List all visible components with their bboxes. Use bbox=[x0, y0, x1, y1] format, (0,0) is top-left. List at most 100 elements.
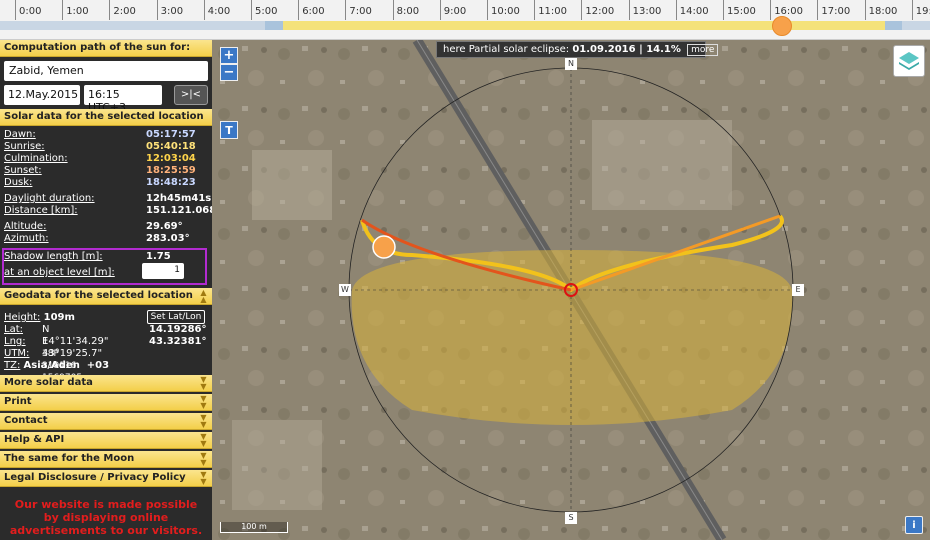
map-view[interactable]: + − T here Partial solar eclipse: 01.09.… bbox=[212, 40, 930, 540]
eclipse-prefix: here Partial solar eclipse: bbox=[443, 44, 570, 55]
expand-chevron-icon: ▼ ▼ bbox=[200, 451, 207, 467]
hour-tick: 9:00 bbox=[439, 0, 466, 20]
location-input[interactable]: Zabid, Yemen bbox=[4, 61, 208, 81]
zoom-in-button[interactable]: + bbox=[220, 47, 238, 64]
menu-contact[interactable]: Contact ▼ ▼ bbox=[0, 413, 212, 430]
shadow-value: 1.75 bbox=[146, 251, 171, 262]
compass-west: W bbox=[339, 284, 351, 296]
azimuth-label[interactable]: Azimuth: bbox=[4, 233, 49, 244]
daylight-area bbox=[351, 250, 793, 425]
height-label: Height: bbox=[4, 312, 41, 323]
computation-header: Computation path of the sun for: bbox=[0, 40, 212, 57]
solar-heading: Solar data for the selected location bbox=[4, 111, 204, 122]
object-level-label[interactable]: at an object level [m]: bbox=[4, 267, 115, 278]
layers-icon bbox=[899, 52, 919, 70]
map-canvas bbox=[212, 40, 930, 540]
info-button[interactable]: i bbox=[905, 516, 923, 534]
altitude-row: Altitude: 29.69° bbox=[4, 221, 183, 233]
sunset-row: Sunset: 18:25:59 bbox=[4, 165, 196, 177]
date-input[interactable]: 12.May.2015 bbox=[4, 85, 80, 105]
eclipse-more-button[interactable]: more bbox=[687, 44, 719, 56]
expand-chevron-icon: ▼ ▼ bbox=[200, 470, 207, 486]
height-row: Height: 109m bbox=[4, 312, 75, 324]
expand-chevron-icon: ▼ ▼ bbox=[200, 375, 207, 391]
menu-help-api[interactable]: Help & API ▼ ▼ bbox=[0, 432, 212, 449]
expand-chevron-icon: ▼ ▼ bbox=[200, 394, 207, 410]
azimuth-row: Azimuth: 283.03° bbox=[4, 233, 190, 245]
sunset-value: 18:25:59 bbox=[146, 165, 196, 176]
hour-tick: 5:00 bbox=[251, 0, 277, 20]
dusk-label[interactable]: Dusk: bbox=[4, 177, 32, 188]
sunset-label[interactable]: Sunset: bbox=[4, 165, 42, 176]
map-scale-bar: 100 m bbox=[220, 522, 288, 533]
time-input[interactable]: 16:15 UTC+3 bbox=[84, 85, 162, 114]
set-lat-lon-button[interactable]: Set Lat/Lon bbox=[147, 310, 205, 324]
hour-tick: 2:00 bbox=[109, 0, 136, 20]
set-now-button[interactable]: >|< bbox=[174, 85, 208, 105]
menu-label: The same for the Moon bbox=[4, 453, 135, 464]
menu-print[interactable]: Print ▼ ▼ bbox=[0, 394, 212, 411]
collapse-chevron-icon[interactable]: ▲ ▲ bbox=[198, 289, 209, 304]
hour-tick: 12:00 bbox=[581, 0, 614, 20]
hour-tick: 19:00 bbox=[911, 0, 930, 20]
geodata-heading: Geodata for the selected location bbox=[4, 290, 193, 301]
altitude-value: 29.69° bbox=[146, 221, 183, 232]
compass-south: S bbox=[565, 512, 577, 524]
text-toggle-button[interactable]: T bbox=[220, 121, 238, 139]
eclipse-value: 01.09.2016 | 14.1% bbox=[572, 44, 681, 55]
settlement-area bbox=[592, 120, 732, 210]
settlement-area bbox=[232, 420, 322, 510]
computation-heading: Computation path of the sun for: bbox=[4, 42, 191, 53]
hour-tick: 7:00 bbox=[345, 0, 372, 20]
distance-value: 151.121.068 bbox=[146, 205, 217, 216]
timeline-dawn-segment bbox=[265, 21, 284, 30]
menu-label: Print bbox=[4, 396, 32, 407]
zoom-out-button[interactable]: − bbox=[220, 64, 238, 81]
eclipse-banner: here Partial solar eclipse: 01.09.2016 |… bbox=[436, 41, 719, 58]
utm-row: UTM: 38P 319116 1569705 bbox=[4, 348, 82, 383]
hour-tick: 15:00 bbox=[723, 0, 756, 20]
expand-chevron-icon: ▼ ▼ bbox=[200, 432, 207, 448]
menu-label: More solar data bbox=[4, 377, 93, 388]
hour-tick: 13:00 bbox=[628, 0, 661, 20]
layers-button[interactable] bbox=[893, 45, 925, 77]
geodata-header[interactable]: Geodata for the selected location ▲ ▲ bbox=[0, 288, 212, 305]
sun-position-marker[interactable] bbox=[372, 235, 396, 259]
time-slider-handle[interactable] bbox=[772, 16, 793, 36]
solar-data-header[interactable]: Solar data for the selected location bbox=[0, 109, 212, 126]
compass-east: E bbox=[792, 284, 804, 296]
menu-legal[interactable]: Legal Disclosure / Privacy Policy ▼ ▼ bbox=[0, 470, 212, 487]
menu-label: Legal Disclosure / Privacy Policy bbox=[4, 472, 186, 483]
compass-north: N bbox=[565, 58, 577, 70]
menu-more-solar-data[interactable]: More solar data ▼ ▼ bbox=[0, 375, 212, 392]
tz-row: TZ: Asia/Aden +03 bbox=[4, 360, 109, 372]
altitude-label[interactable]: Altitude: bbox=[4, 221, 46, 232]
time-slider[interactable]: 0:00 1:00 2:00 3:00 4:00 5:00 6:00 7:00 8:00 9:00… bbox=[0, 0, 930, 40]
lng-decimal: 43.32381° bbox=[149, 336, 207, 347]
azimuth-value: 283.03° bbox=[146, 233, 190, 244]
menu-label: Contact bbox=[4, 415, 48, 426]
sunrise-label[interactable]: Sunrise: bbox=[4, 141, 45, 152]
hour-tick: 4:00 bbox=[203, 0, 230, 20]
daylight-value: 12h45m41s bbox=[146, 193, 212, 204]
sidebar: Computation path of the sun for: Zabid, … bbox=[0, 40, 216, 540]
hour-tick: 3:00 bbox=[156, 0, 183, 20]
hour-tick: 6:00 bbox=[298, 0, 325, 20]
shadow-label[interactable]: Shadow length [m]: bbox=[4, 251, 103, 262]
daylight-label[interactable]: Daylight duration: bbox=[4, 193, 95, 204]
menu-moon[interactable]: The same for the Moon ▼ ▼ bbox=[0, 451, 212, 468]
menu-label: Help & API bbox=[4, 434, 65, 445]
culmination-label[interactable]: Culmination: bbox=[4, 153, 68, 164]
distance-label[interactable]: Distance [km]: bbox=[4, 205, 78, 216]
lat-label: Lat: bbox=[4, 324, 23, 335]
object-level-input[interactable]: 1 bbox=[142, 263, 184, 279]
hour-tick: 14:00 bbox=[675, 0, 709, 20]
lng-label: Lng: bbox=[4, 336, 26, 347]
dawn-label[interactable]: Dawn: bbox=[4, 129, 36, 140]
daylight-row: Daylight duration: 12h45m41s bbox=[4, 193, 211, 205]
expand-chevron-icon: ▼ ▼ bbox=[200, 413, 207, 429]
hour-tick: 11:00 bbox=[534, 0, 567, 20]
hour-tick: 10:00 bbox=[487, 0, 520, 20]
tz-label: TZ: bbox=[4, 360, 21, 371]
hour-tick: 0:00 bbox=[15, 0, 41, 20]
